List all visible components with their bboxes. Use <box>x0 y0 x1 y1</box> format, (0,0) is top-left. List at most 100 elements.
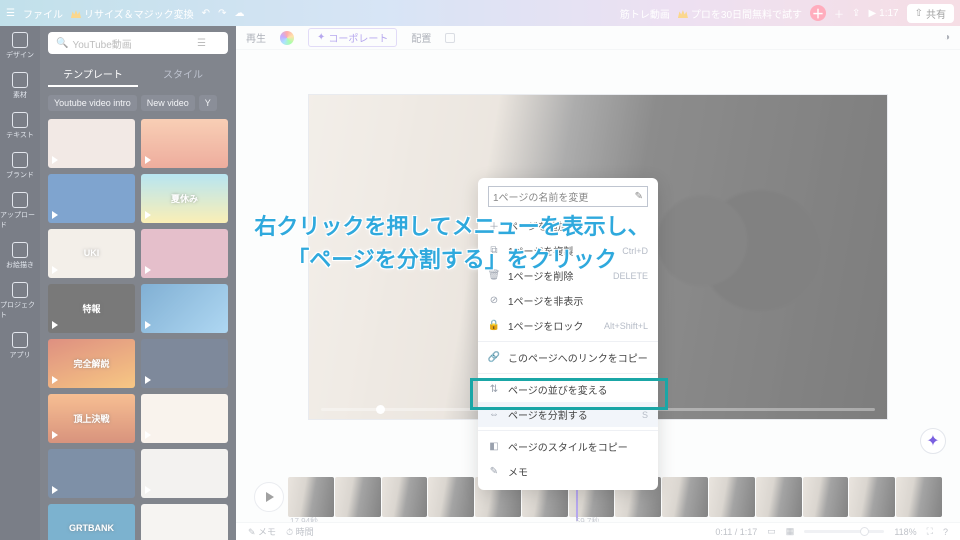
template-thumb-6[interactable]: 特報 <box>48 284 135 333</box>
play-label[interactable]: 再生 <box>246 30 266 45</box>
template-thumb-7[interactable] <box>141 284 228 333</box>
ctx-split[interactable]: ⇔ページを分割するS <box>478 402 658 427</box>
animation-button[interactable]: ✦ コーポレート <box>308 28 397 47</box>
insert-icon[interactable]: ＋ <box>834 6 844 21</box>
timeline-play-button[interactable] <box>254 482 284 512</box>
template-thumb-1[interactable] <box>141 119 228 168</box>
share-button[interactable]: ⇧ 共有 <box>907 4 954 23</box>
template-thumb-10[interactable]: 頂上決戦 <box>48 394 135 443</box>
style-icon: ◧ <box>488 441 500 453</box>
timeline-frame[interactable] <box>756 477 802 517</box>
templates-panel: 🔍 YouTube動画 ☰ テンプレート スタイル Youtube video … <box>40 26 236 540</box>
timeline-frame[interactable] <box>382 477 428 517</box>
ctx-note[interactable]: ✎メモ <box>478 459 658 484</box>
crown-icon <box>678 8 688 18</box>
add-button[interactable]: ＋ <box>810 5 826 21</box>
undo-icon[interactable]: ↶ <box>202 8 210 19</box>
filter-chip-1[interactable]: New video <box>141 95 195 111</box>
design-icon <box>12 32 28 48</box>
timeline-frame[interactable] <box>803 477 849 517</box>
play-button[interactable]: ▶ 1:17 <box>868 8 898 19</box>
play-icon <box>52 321 58 329</box>
rail-text[interactable]: テキスト <box>6 112 34 140</box>
timeline-frame[interactable] <box>709 477 755 517</box>
filter-chip-2[interactable]: Y <box>199 95 217 111</box>
duration-button[interactable]: ⏱ 時間 <box>286 525 314 538</box>
ctx-swap[interactable]: ⇅ページの並びを変える <box>478 377 658 402</box>
timeline-frame[interactable] <box>335 477 381 517</box>
zoom-slider[interactable] <box>804 530 884 533</box>
template-thumb-14[interactable]: GRTBANK <box>48 504 135 540</box>
template-thumb-13[interactable] <box>141 449 228 498</box>
template-thumb-8[interactable]: 完全解説 <box>48 339 135 388</box>
timeline-view-icon[interactable]: ▭ <box>767 526 776 537</box>
document-title[interactable]: 筋トレ動画 <box>620 6 670 21</box>
template-thumb-4[interactable]: UKI <box>48 229 135 278</box>
analytics-icon[interactable]: ⇪ <box>852 8 860 19</box>
status-bar: ✎ メモ ⏱ 時間 0:11 / 1:17 ▭ ▦ 118% ⛶ ? <box>236 522 960 540</box>
play-icon <box>145 156 151 164</box>
lock-icon[interactable] <box>445 33 455 43</box>
notes-button[interactable]: ✎ メモ <box>248 525 276 538</box>
play-icon <box>145 321 151 329</box>
link-icon: 🔗 <box>488 352 500 364</box>
timeline-frame[interactable] <box>288 477 334 517</box>
help-icon[interactable]: ? <box>943 527 948 537</box>
ctx-lock[interactable]: 🔒1ページをロックAlt+Shift+L <box>478 313 658 338</box>
magic-fab[interactable]: ✦ <box>920 428 946 454</box>
ctx-eye-off[interactable]: ⊘1ページを非表示 <box>478 288 658 313</box>
upload-icon <box>12 192 28 208</box>
pencil-icon: ✎ <box>635 191 643 202</box>
file-menu[interactable]: ファイル <box>23 6 63 21</box>
timeline-frame[interactable] <box>849 477 895 517</box>
hamburger-icon[interactable]: ☰ <box>6 8 15 19</box>
rail-projects[interactable]: プロジェクト <box>0 282 40 320</box>
template-thumb-11[interactable] <box>141 394 228 443</box>
text-icon <box>12 112 28 128</box>
search-placeholder: YouTube動画 <box>72 36 197 51</box>
tab-styles[interactable]: スタイル <box>138 62 228 87</box>
template-thumb-2[interactable] <box>48 174 135 223</box>
play-icon <box>52 431 58 439</box>
filter-chip-0[interactable]: Youtube video intro <box>48 95 137 111</box>
template-thumb-9[interactable] <box>141 339 228 388</box>
ctx-link[interactable]: 🔗このページへのリンクをコピー <box>478 345 658 370</box>
split-icon: ⇔ <box>488 409 500 421</box>
elements-icon <box>12 72 28 88</box>
ctx-style[interactable]: ◧ページのスタイルをコピー <box>478 434 658 459</box>
template-thumb-15[interactable] <box>141 504 228 540</box>
play-icon <box>145 486 151 494</box>
redo-icon[interactable]: ↷ <box>218 8 226 19</box>
timeline-frame[interactable] <box>428 477 474 517</box>
search-settings-icon[interactable]: ☰ <box>197 38 206 49</box>
resize-button[interactable]: リサイズ＆マジック変換 <box>71 6 194 21</box>
search-input[interactable]: 🔍 YouTube動画 ☰ <box>48 32 228 54</box>
timeline-frame[interactable] <box>896 477 942 517</box>
note-icon: ✎ <box>488 466 500 478</box>
play-icon <box>145 266 151 274</box>
brand-icon <box>12 152 28 168</box>
grid-view-icon[interactable]: ▦ <box>786 526 795 537</box>
rail-draw[interactable]: お絵描き <box>6 242 34 270</box>
canvas-toolbar: 再生 ✦ コーポレート 配置 ◑ <box>236 26 960 50</box>
play-icon <box>52 266 58 274</box>
template-thumb-0[interactable] <box>48 119 135 168</box>
cloud-sync-icon[interactable]: ☁ <box>234 8 244 19</box>
rail-upload[interactable]: アップロード <box>0 192 40 230</box>
rail-apps[interactable]: アプリ <box>10 332 31 360</box>
page-rename-field[interactable]: 1ページの名前を変更✎ <box>488 186 648 207</box>
tab-templates[interactable]: テンプレート <box>48 62 138 87</box>
position-button[interactable]: 配置 <box>411 30 431 45</box>
color-swatch[interactable] <box>280 31 294 45</box>
rail-elements[interactable]: 素材 <box>12 72 28 100</box>
transparency-icon[interactable]: ◑ <box>944 32 950 43</box>
eye-off-icon: ⊘ <box>488 295 500 307</box>
template-thumb-12[interactable] <box>48 449 135 498</box>
tutorial-instruction: 右クリックを押してメニューを表示し、 「ページを分割する」をクリック <box>172 210 732 276</box>
fullscreen-icon[interactable]: ⛶ <box>927 526 933 537</box>
rail-design[interactable]: デザイン <box>6 32 34 60</box>
try-pro-button[interactable]: プロを30日間無料で試す <box>678 6 802 21</box>
rail-brand[interactable]: ブランド <box>6 152 34 180</box>
tool-rail: デザイン素材テキストブランドアップロードお絵描きプロジェクトアプリ <box>0 26 40 540</box>
timeline-frame[interactable] <box>662 477 708 517</box>
